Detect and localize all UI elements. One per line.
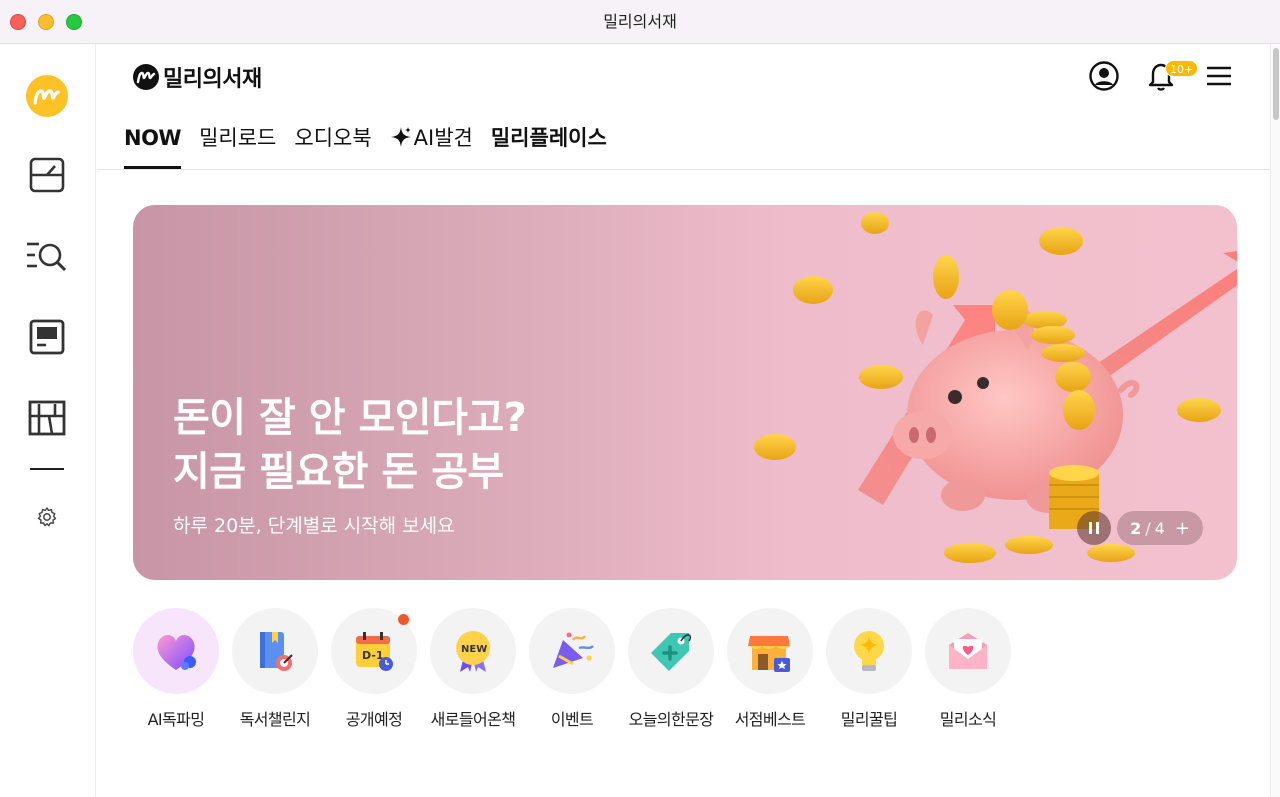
notification-button[interactable]: 10+ bbox=[1143, 58, 1199, 94]
calendar-icon: D-1 bbox=[356, 632, 393, 671]
new-badge-icon: NEW bbox=[456, 631, 490, 672]
sidebar-divider bbox=[30, 468, 64, 470]
brand-logo[interactable]: 밀리의서재 bbox=[133, 61, 262, 93]
quick-item-ai-dokpaming[interactable]: AI독파밍 bbox=[132, 608, 220, 730]
quick-item-millie-news[interactable]: 밀리소식 bbox=[924, 608, 1012, 730]
brand-name: 밀리의서재 bbox=[163, 67, 262, 92]
banner-title-line2: 지금 필요한 돈 공부 bbox=[173, 449, 504, 495]
quick-item-upcoming[interactable]: D-1 공개예정 bbox=[330, 608, 418, 730]
quick-label: 공개예정 bbox=[345, 710, 403, 729]
quick-label: AI독파밍 bbox=[147, 710, 205, 729]
sidebar-library-button[interactable] bbox=[24, 314, 70, 360]
sidebar-search-button[interactable] bbox=[24, 233, 70, 279]
bookshelf-icon bbox=[28, 400, 66, 436]
party-icon bbox=[553, 632, 594, 668]
quick-icon-circle: D-1 bbox=[331, 608, 417, 694]
quick-item-event[interactable]: 이벤트 bbox=[528, 608, 616, 730]
quick-icon-circle bbox=[133, 608, 219, 694]
banner-title-line1: 돈이 잘 안 모인다고? bbox=[173, 395, 527, 441]
quick-label: 독서챌린지 bbox=[239, 710, 311, 729]
banner-subtitle: 하루 20분, 단계별로 시작해 보세요 bbox=[173, 515, 455, 537]
title-bar: 밀리의서재 bbox=[0, 0, 1280, 44]
quick-icon-circle bbox=[925, 608, 1011, 694]
sidebar-home-button[interactable] bbox=[24, 152, 70, 198]
banner-page-current: 2 bbox=[1130, 518, 1142, 538]
banner-expand-plus: + bbox=[1174, 517, 1190, 539]
tab-ai-discover-label: AI발견 bbox=[413, 126, 473, 150]
quick-label: 밀리소식 bbox=[939, 710, 997, 729]
quick-icon-circle bbox=[628, 608, 714, 694]
quick-label: 오늘의한문장 bbox=[628, 710, 714, 729]
banner-pause-button[interactable] bbox=[1077, 511, 1111, 545]
sparkle-icon bbox=[390, 123, 412, 159]
heart-icon bbox=[157, 634, 196, 670]
quick-label: 밀리꿀팁 bbox=[840, 710, 898, 729]
pause-icon bbox=[1089, 522, 1099, 534]
banner-page-indicator[interactable]: 2 / 4 + bbox=[1117, 511, 1203, 545]
book-panel-icon bbox=[29, 319, 65, 355]
store-icon bbox=[748, 636, 790, 672]
page-scrollbar[interactable] bbox=[1270, 44, 1280, 797]
quick-icon-circle: NEW bbox=[430, 608, 516, 694]
profile-button[interactable] bbox=[1086, 58, 1122, 94]
quick-item-millie-tips[interactable]: 밀리꿀팁 bbox=[825, 608, 913, 730]
window-title: 밀리의서재 bbox=[603, 12, 677, 31]
mail-icon bbox=[949, 633, 987, 669]
main-tabs: NOW 밀리로드 오디오북 AI발견 밀리플레이스 bbox=[124, 120, 625, 169]
promo-banner[interactable]: 돈이 잘 안 모인다고? 지금 필요한 돈 공부 하루 20분, 단계별로 시작… bbox=[133, 205, 1237, 580]
quick-item-bookstore-best[interactable]: 서점베스트 bbox=[726, 608, 814, 730]
tab-audiobook[interactable]: 오디오북 bbox=[294, 120, 371, 169]
user-icon bbox=[1089, 61, 1119, 91]
tab-now[interactable]: NOW bbox=[124, 120, 182, 169]
quick-icon-circle bbox=[826, 608, 912, 694]
tab-millie-road[interactable]: 밀리로드 bbox=[199, 120, 276, 169]
scrollbar-thumb[interactable] bbox=[1273, 48, 1279, 120]
banner-page-total: 4 bbox=[1154, 518, 1165, 538]
quick-item-reading-challenge[interactable]: 독서챌린지 bbox=[231, 608, 319, 730]
quick-label: 새로들어온책 bbox=[430, 710, 516, 729]
top-header: 밀리의서재 10+ NOW 밀리로드 오디오북 AI발견 밀리플레이스 bbox=[97, 44, 1270, 170]
lightbulb-icon bbox=[854, 631, 884, 671]
sidebar-bookstore-button[interactable] bbox=[24, 395, 70, 441]
quick-icon-circle bbox=[232, 608, 318, 694]
notification-badge: 10+ bbox=[1165, 60, 1199, 77]
search-list-icon bbox=[27, 242, 67, 272]
quick-item-today-sentence[interactable]: 오늘의한문장 bbox=[627, 608, 715, 730]
quick-icon-circle bbox=[727, 608, 813, 694]
millie-logo-icon[interactable] bbox=[26, 75, 68, 117]
banner-pager: 2 / 4 + bbox=[1077, 511, 1203, 545]
sidebar bbox=[0, 44, 96, 797]
layout-icon bbox=[29, 157, 65, 193]
quick-icon-circle bbox=[529, 608, 615, 694]
hamburger-icon bbox=[1207, 66, 1231, 86]
quick-label: 이벤트 bbox=[550, 710, 594, 729]
tag-icon bbox=[651, 633, 692, 671]
menu-button[interactable] bbox=[1201, 58, 1237, 94]
brand-m-icon bbox=[133, 64, 159, 90]
banner-title: 돈이 잘 안 모인다고? 지금 필요한 돈 공부 bbox=[173, 391, 527, 499]
quick-menu: AI독파밍 독서챌린지 D-1 공개예정 NEW 새로들어온책 이벤트 오늘의한… bbox=[132, 608, 1023, 730]
new-dot bbox=[398, 614, 409, 625]
settings-button[interactable] bbox=[24, 494, 70, 540]
quick-item-new-arrivals[interactable]: NEW 새로들어온책 bbox=[429, 608, 517, 730]
gear-icon bbox=[37, 507, 57, 527]
tab-ai-discover[interactable]: AI발견 bbox=[390, 120, 473, 169]
book-icon bbox=[260, 632, 293, 671]
tab-millie-place[interactable]: 밀리플레이스 bbox=[491, 120, 607, 169]
quick-label: 서점베스트 bbox=[734, 710, 806, 729]
svg-text:NEW: NEW bbox=[461, 644, 487, 655]
